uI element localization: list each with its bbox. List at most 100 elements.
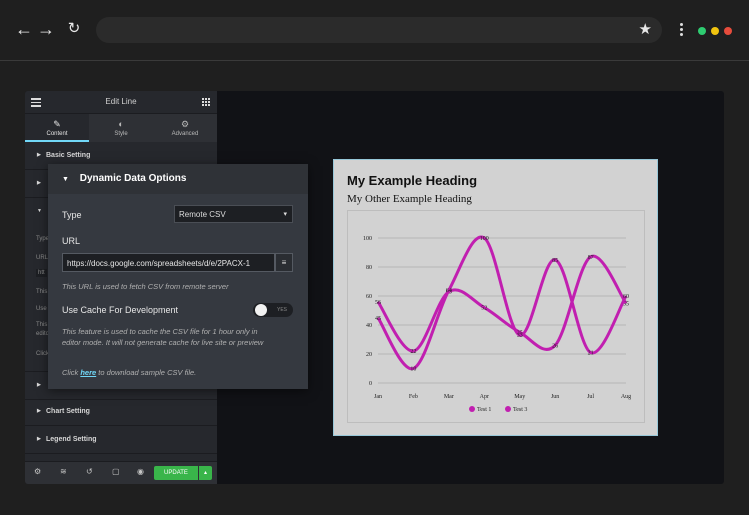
cache-help-text-2: editor mode. It will not generate cache … [62,338,264,347]
dynamic-data-popover: ▼ Dynamic Data Options Type Remote CSV ▾… [48,164,308,389]
legend-marker [469,406,475,412]
settings-icon[interactable]: ⚙ [34,467,41,477]
data-label: 33 [517,333,523,339]
data-label: 52 [481,306,487,312]
section-basic-label: Basic Setting [46,152,91,159]
x-tick-label: Jun [551,394,559,400]
address-bar[interactable]: ★ [96,17,662,43]
cache-help-text-1: This feature is used to cache the CSV fi… [62,327,258,336]
data-label: 85 [552,258,558,264]
tab-content[interactable]: ✎ Content [25,114,89,142]
history-icon[interactable]: ↺ [86,467,93,477]
x-tick-label: Apr [480,394,489,400]
popover-header[interactable]: ▼ Dynamic Data Options [48,164,308,194]
x-tick-label: Jul [587,394,594,400]
caret-down-icon: ▼ [37,208,42,214]
back-arrow-icon[interactable]: ← [14,19,34,39]
caret-right-icon: ▶ [37,382,41,388]
forward-arrow-icon[interactable]: → [36,19,56,39]
data-label: 45 [375,316,381,322]
green-dot[interactable] [698,27,706,35]
x-tick-label: Mar [444,394,454,400]
line-chart: 0 20 40 60 80 100 Jan Feb Mar Apr May Jun Jul Aug 56 22… [363,235,631,413]
y-tick-label: 60 [366,294,372,300]
ghost-url-help: This [36,289,48,295]
legend-marker [505,406,511,412]
x-tick-label: Jan [374,394,382,400]
tab-style-label: Style [114,131,128,137]
data-label: 26 [552,343,558,349]
caret-down-icon: ▼ [62,176,69,183]
y-tick-label: 100 [363,236,372,242]
url-label: URL [62,236,81,246]
download-sample-text: Click here to download sample CSV file. [62,367,196,378]
click-prefix: Click [62,368,81,377]
url-input[interactable]: https://docs.google.com/spreadsheets/d/e… [62,253,275,272]
panel-footer: ⚙ ≋ ↺ ▢ ◉ UPDATE ▴ [25,461,217,484]
card-subheading: My Other Example Heading [347,193,472,205]
y-tick-label: 80 [366,265,372,271]
chart-container: 0 20 40 60 80 100 Jan Feb Mar Apr May Jun Jul Aug 56 22… [347,210,645,423]
kebab-menu-icon[interactable] [680,23,684,38]
section-legend-setting[interactable]: ▶ Legend Setting [25,426,217,454]
series-line [376,254,628,353]
section-chart-setting[interactable]: ▶ Chart Setting [25,398,217,426]
browser-window: ← → ↻ ★ Edit Line ✎ Content ◐ Style ⚙ Ad… [0,0,749,515]
x-tick-label: Feb [409,394,418,400]
contrast-icon: ◐ [118,119,124,129]
type-label: Type [62,210,82,220]
hamburger-menu-icon[interactable] [31,98,41,109]
type-select[interactable]: Remote CSV ▾ [174,205,293,223]
ghost-url-input: htt [36,269,47,277]
card-heading: My Example Heading [347,173,478,188]
y-tick-label: 40 [366,323,372,329]
layers-icon[interactable]: ≋ [60,467,67,477]
reload-icon[interactable]: ↻ [64,19,84,39]
data-label: 21 [588,351,594,357]
y-tick-label: 20 [366,352,372,358]
download-here-link[interactable]: here [80,368,96,377]
data-label: 10 [410,367,416,373]
tab-advanced[interactable]: ⚙ Advanced [153,114,217,142]
panel-tabs: ✎ Content ◐ Style ⚙ Advanced [25,114,217,142]
red-dot[interactable] [724,27,732,35]
toggle-text: YES [276,307,287,313]
bookmark-star-icon[interactable]: ★ [639,21,652,39]
preview-eye-icon[interactable]: ◉ [137,467,144,477]
update-button[interactable]: UPDATE [154,466,198,480]
data-label: 100 [480,236,489,242]
toggle-knob [255,304,267,316]
chevron-down-icon: ▾ [283,211,287,218]
legend-label: Test 1 [477,407,491,413]
pencil-icon: ✎ [53,119,61,129]
chart-card: My Example Heading My Other Example Head… [333,159,658,436]
cache-toggle[interactable]: YES [253,303,293,317]
caret-right-icon: ▶ [37,152,41,158]
x-tick-label: Aug [621,394,631,400]
data-label: 60 [623,294,629,300]
caret-right-icon: ▶ [37,408,41,414]
legend-label: Test 3 [513,407,527,413]
gear-icon: ⚙ [180,119,190,129]
ghost-cache-help: This [36,322,48,328]
caret-right-icon: ▶ [37,180,41,186]
caret-right-icon: ▶ [37,436,41,442]
browser-toolbar: ← → ↻ ★ [0,0,749,61]
section-chart-label: Chart Setting [46,408,90,415]
tab-advanced-label: Advanced [171,131,199,137]
panel-title: Edit Line [105,97,137,106]
data-label: 64 [446,288,452,294]
responsive-icon[interactable]: ▢ [112,467,120,477]
ghost-url-label: URL [36,255,49,261]
click-suffix: to download sample CSV file. [96,368,197,377]
grid-icon[interactable] [202,98,210,106]
cache-label: Use Cache For Development [62,305,179,315]
section-legend-label: Legend Setting [46,436,97,443]
tab-style[interactable]: ◐ Style [89,114,153,142]
popover-title: Dynamic Data Options [79,173,187,184]
database-icon[interactable]: ≡ [275,253,293,272]
data-label: 22 [410,349,416,355]
yellow-dot[interactable] [711,27,719,35]
panel-header: Edit Line [25,91,217,114]
update-options-button[interactable]: ▴ [199,466,212,480]
